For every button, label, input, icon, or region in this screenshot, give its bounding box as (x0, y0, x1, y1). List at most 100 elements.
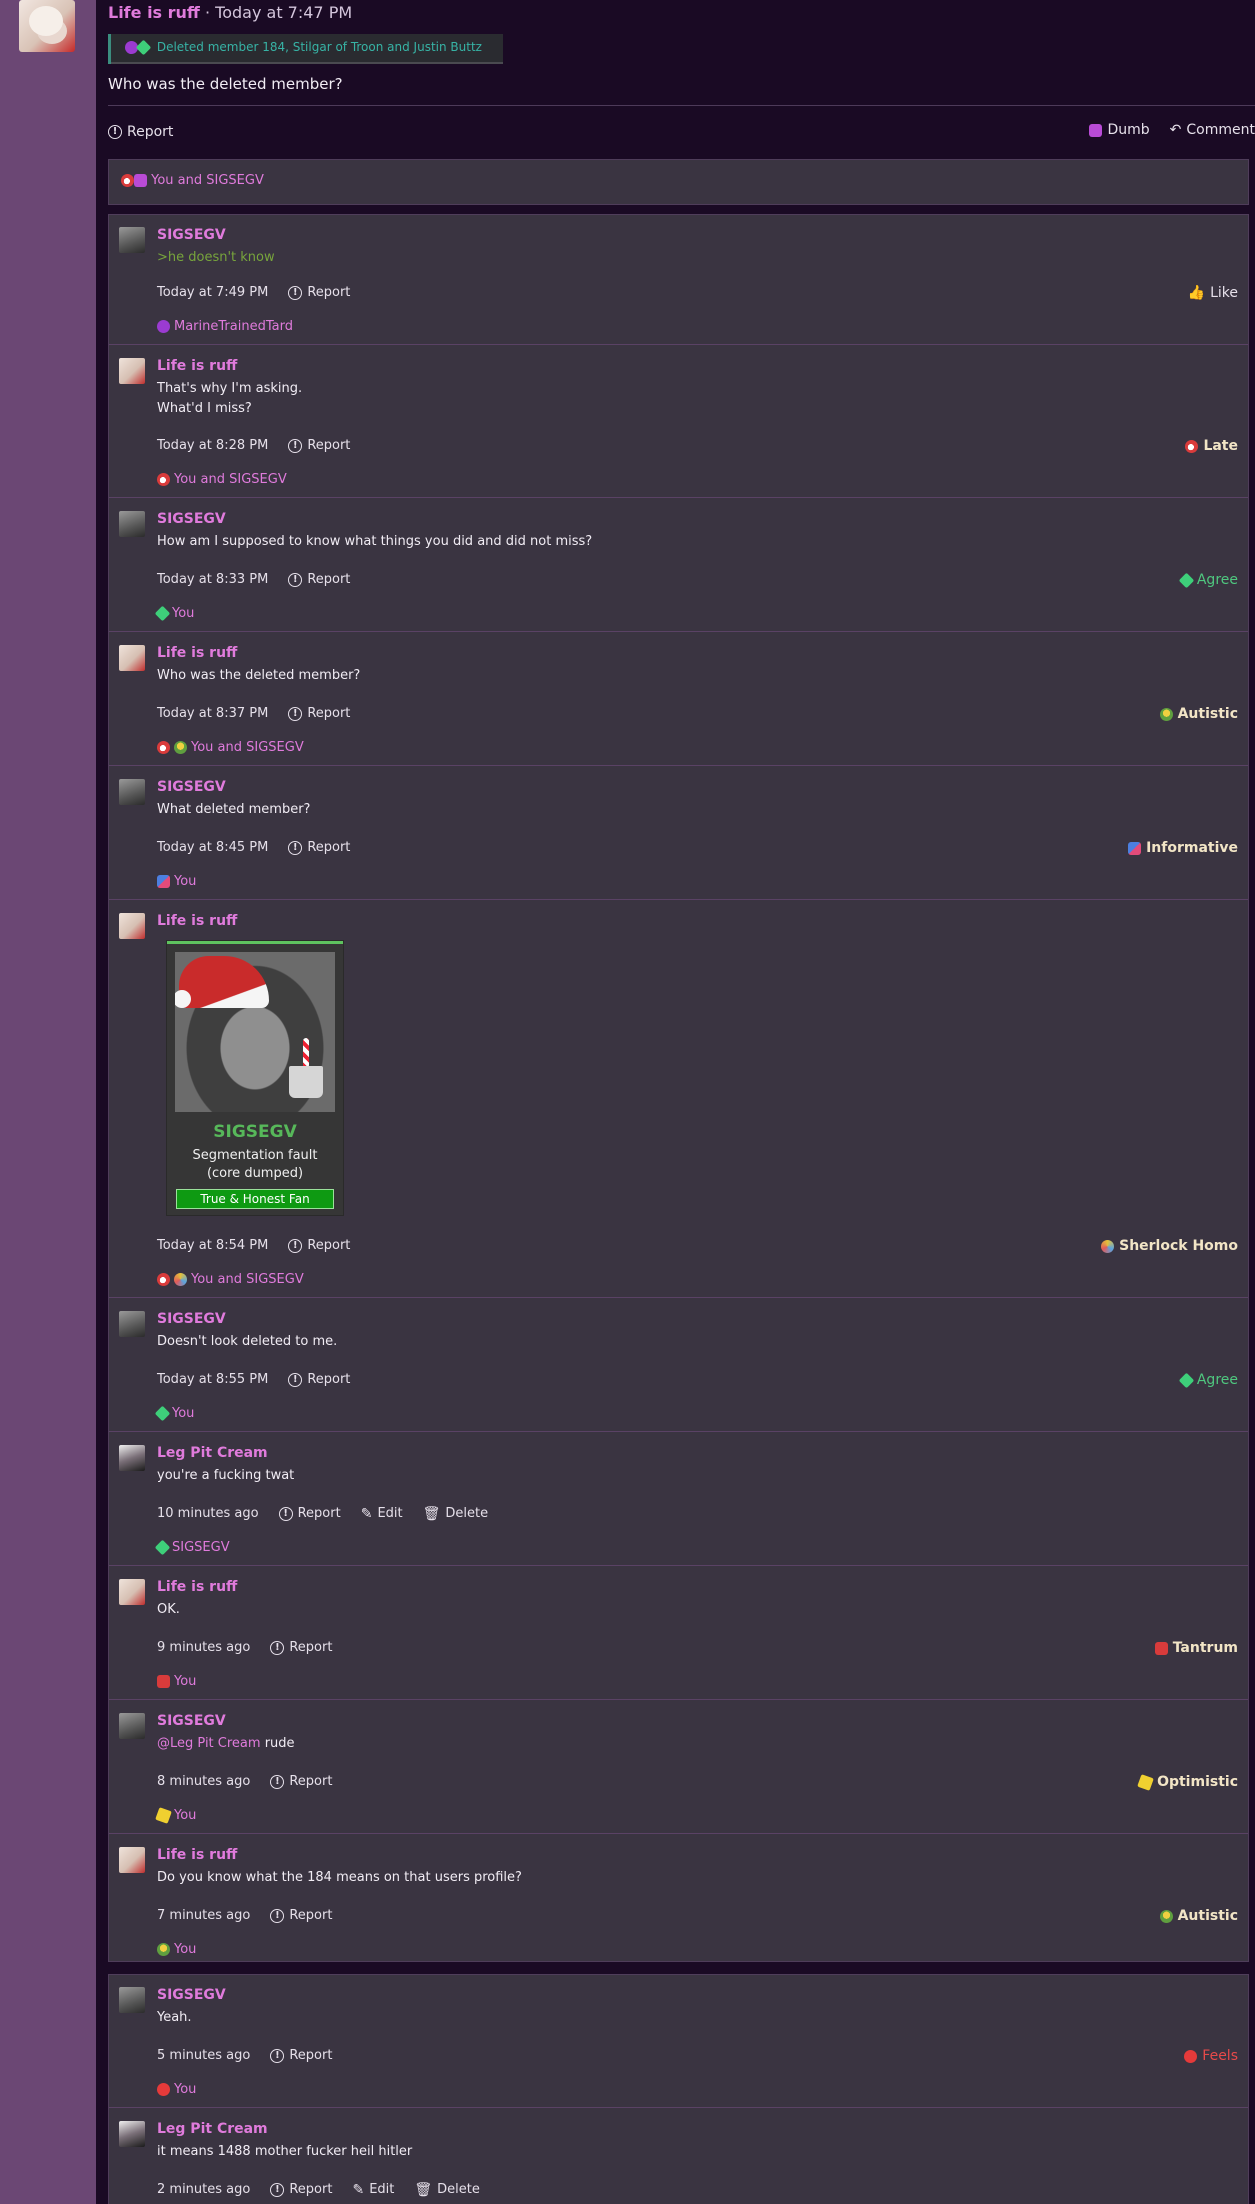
comment-reactions[interactable]: You (154, 605, 194, 622)
report-button[interactable]: ! Report (288, 840, 350, 855)
avatar[interactable] (119, 1987, 145, 2013)
avatar[interactable] (119, 779, 145, 805)
reaction-button[interactable]: Tantrum (1154, 1640, 1238, 1656)
comment-time[interactable]: Today at 8:33 PM (157, 572, 268, 587)
comment-author[interactable]: SIGSEGV (157, 779, 226, 795)
comment-time[interactable]: Today at 8:37 PM (157, 706, 268, 721)
comment-reactions[interactable]: You (157, 1942, 196, 1957)
like-button[interactable]: 👍 Like (1188, 285, 1238, 301)
avatar[interactable] (119, 913, 145, 939)
comment-item: Life is ruff Who was the deleted member?… (109, 633, 1248, 766)
report-button[interactable]: ! Report (288, 285, 350, 300)
reaction-button[interactable]: Feels (1184, 2048, 1238, 2064)
avatar[interactable] (119, 1445, 145, 1471)
comment-time[interactable]: Today at 8:45 PM (157, 840, 268, 855)
comment-author[interactable]: Life is ruff (157, 1579, 237, 1595)
comment-text: Doesn't look deleted to me. (157, 1334, 338, 1349)
reaction-label: Optimistic (1157, 1774, 1238, 1790)
post-author-avatar[interactable] (19, 0, 75, 52)
comment-time[interactable]: 9 minutes ago (157, 1640, 250, 1655)
comment-time[interactable]: 8 minutes ago (157, 1774, 250, 1789)
reaction-button[interactable]: Informative (1128, 840, 1238, 856)
comment-author[interactable]: Life is ruff (157, 645, 237, 661)
dumb-reaction-button[interactable]: Dumb (1089, 122, 1150, 138)
comment-author[interactable]: Life is ruff (157, 913, 237, 929)
comment-time[interactable]: Today at 8:54 PM (157, 1238, 268, 1253)
avatar[interactable] (119, 645, 145, 671)
comment-button[interactable]: ↶ Comment (1170, 122, 1255, 138)
delete-button[interactable]: 🗑 Delete (414, 2182, 480, 2197)
comment-time[interactable]: 10 minutes ago (157, 1506, 259, 1521)
report-button[interactable]: ! Report (270, 2048, 332, 2063)
comment-author[interactable]: Life is ruff (157, 1847, 237, 1863)
tantrum-reaction-icon (157, 1675, 170, 1688)
comment-item: SIGSEGV Yeah. 5 minutes ago ! Report Feel… (109, 1975, 1248, 2108)
report-button[interactable]: ! Report (108, 124, 173, 140)
comment-time[interactable]: 5 minutes ago (157, 2048, 250, 2063)
comment-time[interactable]: 2 minutes ago (157, 2182, 250, 2197)
comment-reactions[interactable]: You and SIGSEGV (157, 472, 287, 487)
comment-reactions[interactable]: You and SIGSEGV (157, 1272, 304, 1287)
comment-reactions[interactable]: You (157, 2082, 196, 2097)
reaction-button[interactable]: Agree (1178, 1372, 1238, 1388)
report-button[interactable]: ! Report (288, 1238, 350, 1253)
comment-author[interactable]: SIGSEGV (157, 1987, 226, 2003)
avatar[interactable] (119, 1579, 145, 1605)
reaction-button[interactable]: Agree (1178, 572, 1238, 588)
comment-time[interactable]: Today at 8:55 PM (157, 1372, 268, 1387)
comment-reactions[interactable]: MarineTrainedTard (157, 319, 293, 334)
post-reactions-bar[interactable]: You and SIGSEGV (108, 159, 1249, 205)
comment-time[interactable]: Today at 7:49 PM (157, 285, 268, 300)
post-author-name[interactable]: Life is ruff (108, 3, 200, 22)
report-button[interactable]: ! Report (288, 572, 350, 587)
avatar[interactable] (119, 511, 145, 537)
report-icon: ! (288, 706, 303, 721)
avatar[interactable] (119, 358, 145, 384)
reaction-button[interactable]: Autistic (1159, 1908, 1238, 1924)
user-mention-link[interactable]: @Leg Pit Cream (157, 1736, 261, 1751)
reaction-button[interactable]: Optimistic (1137, 1773, 1238, 1791)
comment-author[interactable]: Leg Pit Cream (157, 1445, 268, 1461)
avatar[interactable] (119, 1847, 145, 1873)
avatar[interactable] (119, 1713, 145, 1739)
avatar[interactable] (119, 2121, 145, 2147)
comment-author[interactable]: Leg Pit Cream (157, 2121, 268, 2137)
report-button[interactable]: ! Report (288, 438, 350, 453)
reaction-button[interactable]: Sherlock Homo (1101, 1238, 1238, 1254)
report-button[interactable]: ! Report (270, 2182, 332, 2197)
reaction-button[interactable]: Late (1185, 438, 1238, 454)
report-button[interactable]: ! Report (270, 1640, 332, 1655)
comment-time[interactable]: 7 minutes ago (157, 1908, 250, 1923)
report-button[interactable]: ! Report (288, 706, 350, 721)
quoted-reaction-list[interactable]: Deleted member 184, Stilgar of Troon and… (108, 34, 503, 64)
comment-author[interactable]: Life is ruff (157, 358, 237, 374)
comment-reactions[interactable]: You (155, 1807, 196, 1824)
comment-author[interactable]: SIGSEGV (157, 511, 226, 527)
late-reaction-icon (157, 1273, 170, 1286)
autistic-reaction-icon (157, 1943, 170, 1956)
comment-item: Life is ruff SIGSEGV Segmentation fault (… (109, 901, 1248, 1298)
late-reaction-icon (157, 473, 170, 486)
edit-button[interactable]: ✎ Edit (361, 1506, 403, 1521)
report-button[interactable]: ! Report (278, 1506, 341, 1521)
comment-author[interactable]: SIGSEGV (157, 1311, 226, 1327)
comment-time[interactable]: Today at 8:28 PM (157, 438, 268, 453)
edit-button[interactable]: ✎ Edit (352, 2182, 394, 2197)
report-button[interactable]: ! Report (288, 1372, 350, 1387)
avatar[interactable] (119, 1311, 145, 1337)
comment-author[interactable]: SIGSEGV (157, 227, 226, 243)
comment-reactions[interactable]: You (154, 1405, 194, 1422)
comment-reactions[interactable]: You (157, 874, 196, 889)
reaction-label: Autistic (1177, 1908, 1238, 1924)
delete-button[interactable]: 🗑 Delete (423, 1506, 489, 1521)
report-button[interactable]: ! Report (270, 1774, 332, 1789)
comment-reactions[interactable]: You and SIGSEGV (157, 740, 304, 755)
report-icon: ! (270, 1640, 285, 1655)
avatar[interactable] (119, 227, 145, 253)
comment-reactions[interactable]: You (157, 1674, 196, 1689)
report-button[interactable]: ! Report (270, 1908, 332, 1923)
user-card-embed[interactable]: SIGSEGV Segmentation fault (core dumped) … (167, 941, 343, 1215)
reaction-button[interactable]: Autistic (1159, 706, 1238, 722)
comment-author[interactable]: SIGSEGV (157, 1713, 226, 1729)
comment-reactions[interactable]: SIGSEGV (154, 1539, 230, 1556)
